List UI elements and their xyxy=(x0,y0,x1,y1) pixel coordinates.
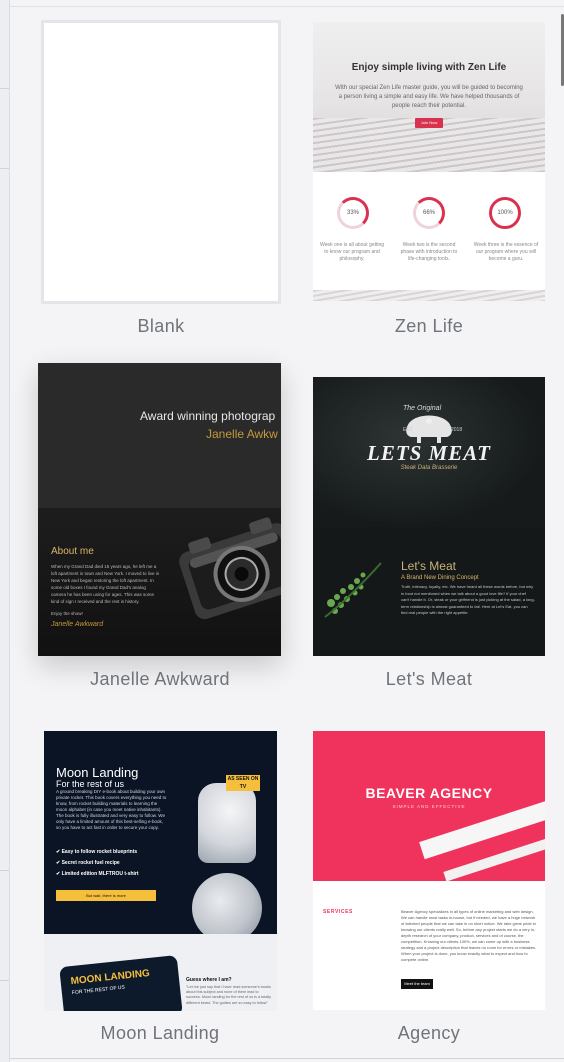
template-label: Janelle Awkward xyxy=(90,669,230,689)
bottom-divider xyxy=(10,1058,564,1059)
book-subtitle: FOR THE REST OF US xyxy=(71,984,126,997)
template-label: Moon Landing xyxy=(100,1023,220,1043)
template-label: Blank xyxy=(137,316,185,336)
preview-description: With our special Zen Life master guide, … xyxy=(335,85,523,109)
moon-image xyxy=(192,873,262,943)
stat-caption: Week two is the second phase with introd… xyxy=(400,242,458,262)
preview-title: Enjoy simple living with Zen Life xyxy=(351,62,507,73)
footer-image-strip xyxy=(313,290,545,301)
check-list-item: ✔ Limited edition MLFTROU t-shirt xyxy=(56,871,139,877)
template-card-lets-meat[interactable]: The Original EST 2018 LETS MEAT Steak Da… xyxy=(313,377,545,697)
guess-title: Guess where I am? xyxy=(186,977,232,983)
left-sidebar-edge xyxy=(0,0,10,1062)
preview-title: Moon Landing xyxy=(56,765,139,780)
preview-headline: Let's Meat xyxy=(401,559,456,573)
preview-subhead: A Brand New Dining Concept xyxy=(401,575,479,581)
preview-body: A ground breaking DIY e-book about build… xyxy=(56,789,167,830)
check-list-item: ✔ Secret rocket fuel recipe xyxy=(56,860,120,866)
preview-subtitle: SIMPLE AND EFFECTIVE xyxy=(392,804,466,809)
preview-subtitle: For the rest of us xyxy=(56,779,125,789)
preview-body: Truth, intimacy, loyalty, etc. We have h… xyxy=(401,584,535,615)
template-preview-zen-life[interactable]: Enjoy simple living with Zen Life With o… xyxy=(313,22,545,301)
section-title: SERVICES xyxy=(323,909,353,915)
guess-body: "Let me just say that I have read someon… xyxy=(186,985,272,1005)
preview-button: But wait, there is more xyxy=(56,890,156,901)
template-card-zen-life[interactable]: Enjoy simple living with Zen Life With o… xyxy=(313,22,545,342)
template-preview-blank[interactable] xyxy=(41,20,281,304)
template-preview-janelle-awkward[interactable]: Award winning photograp Janelle Awkw Abo… xyxy=(38,363,281,656)
check-list-item: ✔ Easy to follow rocket blueprints xyxy=(56,849,138,855)
book-title: MOON LANDING xyxy=(70,967,151,988)
preview-button: Join Now xyxy=(415,118,443,128)
template-card-moon-landing[interactable]: Moon Landing For the rest of us A ground… xyxy=(44,731,277,1051)
template-card-agency[interactable]: BEAVER AGENCY SIMPLE AND EFFECTIVE SERVI… xyxy=(313,731,545,1051)
preview-button: Meet the team xyxy=(401,979,433,989)
template-preview-agency[interactable]: BEAVER AGENCY SIMPLE AND EFFECTIVE SERVI… xyxy=(313,731,545,1010)
tv-badge: AS SEEN ON TV xyxy=(226,775,260,791)
stat-caption: Week one is all about getting to know ou… xyxy=(319,242,385,262)
template-label: Let's Meat xyxy=(385,669,473,689)
template-card-janelle-awkward[interactable]: Award winning photograp Janelle Awkw Abo… xyxy=(38,363,281,693)
preview-body: Beaver Agency specializes in all types o… xyxy=(401,909,537,962)
template-label: Zen Life xyxy=(394,316,464,336)
divider xyxy=(0,168,9,169)
progress-ring-100: 100% xyxy=(489,197,521,229)
progress-ring-33: 33% xyxy=(337,197,369,229)
progress-ring-66: 66% xyxy=(413,197,445,229)
template-preview-moon-landing[interactable]: Moon Landing For the rest of us A ground… xyxy=(44,731,277,1011)
top-divider xyxy=(10,6,564,7)
astronaut-image xyxy=(198,783,256,863)
template-preview-lets-meat[interactable]: The Original EST 2018 LETS MEAT Steak Da… xyxy=(313,377,545,656)
divider xyxy=(0,88,9,89)
divider xyxy=(0,980,9,981)
preview-title: BEAVER AGENCY xyxy=(365,785,493,801)
template-card-blank[interactable]: Blank xyxy=(41,20,281,340)
divider xyxy=(0,870,9,871)
stat-caption: Week three is the essence of our program… xyxy=(473,242,539,262)
template-label: Agency xyxy=(397,1023,461,1043)
camera-icon xyxy=(179,517,281,620)
